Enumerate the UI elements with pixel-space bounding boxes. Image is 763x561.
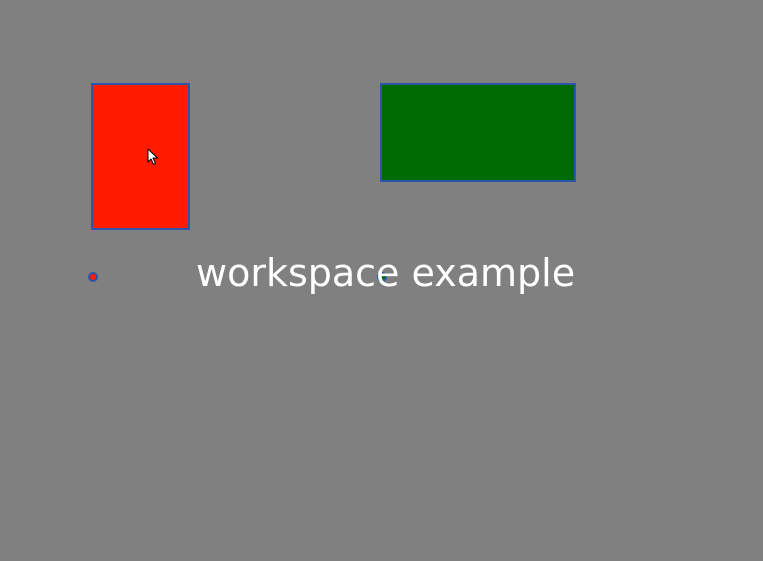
- green-rectangle[interactable]: [380, 83, 576, 182]
- workspace-title: workspace example: [196, 251, 576, 295]
- red-rectangle-handle[interactable]: [88, 272, 98, 282]
- workspace-canvas[interactable]: workspace example: [0, 0, 763, 561]
- red-rectangle[interactable]: [91, 83, 190, 230]
